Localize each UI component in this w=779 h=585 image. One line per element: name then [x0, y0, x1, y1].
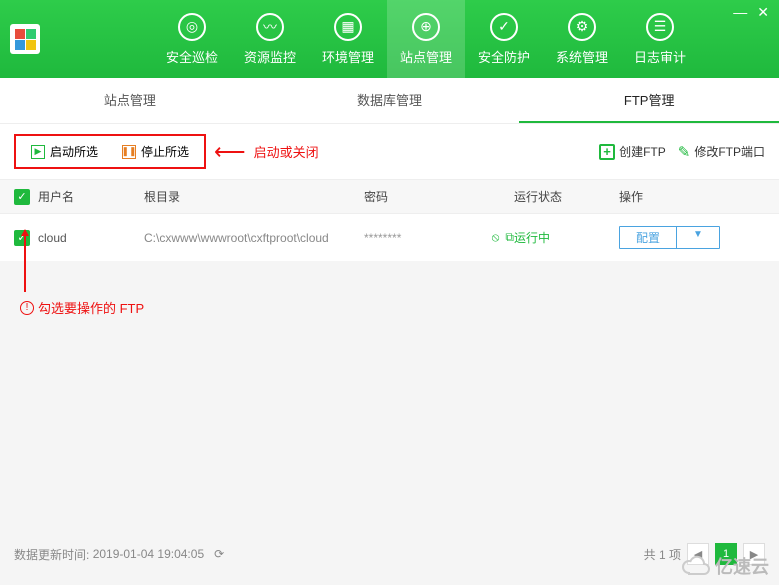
- minimize-button[interactable]: —: [733, 4, 747, 21]
- nav-label: 安全防护: [478, 47, 530, 66]
- nav-label: 日志审计: [634, 47, 686, 66]
- table-row: ✓ cloud C:\cxwww\wwwroot\cxftproot\cloud…: [0, 214, 779, 261]
- nav-log-audit[interactable]: ☰ 日志审计: [621, 0, 699, 78]
- cell-status: 运行中: [514, 229, 619, 246]
- nav-resource-monitor[interactable]: 〰 资源监控: [231, 0, 309, 78]
- server-icon: ▦: [334, 13, 362, 41]
- table-header: ✓ 用户名 根目录 密码 运行状态 操作: [0, 179, 779, 214]
- annotation-check-hint: ! 勾选要操作的 FTP: [20, 298, 144, 317]
- annotation-box: ▶ 启动所选 ❚❚ 停止所选: [14, 134, 206, 169]
- tab-ftp[interactable]: FTP管理: [519, 78, 779, 123]
- toggle-visibility-icon[interactable]: ⦸: [492, 230, 500, 245]
- toolbar-right: + 创建FTP ✎ 修改FTP端口: [599, 143, 765, 161]
- toolbar: ▶ 启动所选 ❚❚ 停止所选 ⟵ 启动或关闭 + 创建FTP ✎ 修改FTP端口: [0, 124, 779, 179]
- stop-selected-button[interactable]: ❚❚ 停止所选: [113, 139, 198, 164]
- nav-security-inspect[interactable]: ◎ 安全巡检: [153, 0, 231, 78]
- col-status: 运行状态: [514, 188, 619, 205]
- cell-password: ******** ⦸ ⧉: [364, 230, 514, 245]
- tab-site[interactable]: 站点管理: [0, 78, 260, 123]
- brand-text: [55, 19, 145, 59]
- main-nav: ◎ 安全巡检 〰 资源监控 ▦ 环境管理 ⊕ 站点管理 ✓ 安全防护 ⚙ 系统管…: [153, 0, 699, 78]
- sub-tabs: 站点管理 数据库管理 FTP管理: [0, 78, 779, 124]
- col-root: 根目录: [144, 188, 364, 205]
- close-button[interactable]: ✕: [757, 4, 769, 21]
- log-icon: ☰: [646, 13, 674, 41]
- nav-env-manage[interactable]: ▦ 环境管理: [309, 0, 387, 78]
- button-label: 修改FTP端口: [694, 143, 765, 160]
- nav-system-manage[interactable]: ⚙ 系统管理: [543, 0, 621, 78]
- plus-icon: +: [599, 144, 615, 160]
- title-bar: — ✕ ◎ 安全巡检 〰 资源监控 ▦ 环境管理 ⊕ 站点管理 ✓ 安全防护 ⚙…: [0, 0, 779, 78]
- cloud-icon: [681, 555, 711, 577]
- copy-icon[interactable]: ⧉: [505, 230, 514, 245]
- chart-icon: 〰: [256, 13, 284, 41]
- ftp-table: ✓ 用户名 根目录 密码 运行状态 操作 ✓ cloud C:\cxwww\ww…: [0, 179, 779, 261]
- shield-icon: ✓: [490, 13, 518, 41]
- nav-label: 安全巡检: [166, 47, 218, 66]
- globe-icon: ⊕: [412, 13, 440, 41]
- gear-icon: ⚙: [568, 13, 596, 41]
- app-logo: [10, 24, 40, 54]
- update-label: 数据更新时间:: [14, 546, 89, 563]
- info-icon: !: [20, 301, 34, 315]
- edit-icon: ✎: [678, 143, 691, 161]
- watermark: 亿速云: [681, 553, 769, 579]
- annotation-arrow-line: [24, 230, 26, 292]
- nav-label: 站点管理: [400, 47, 452, 66]
- total-count: 共 1 项: [644, 546, 681, 563]
- tab-database[interactable]: 数据库管理: [260, 78, 520, 123]
- window-controls: — ✕: [733, 4, 769, 21]
- nav-label: 环境管理: [322, 47, 374, 66]
- nav-site-manage[interactable]: ⊕ 站点管理: [387, 0, 465, 78]
- nav-label: 资源监控: [244, 47, 296, 66]
- update-time: 2019-01-04 19:04:05: [93, 547, 204, 561]
- annotation-text: 勾选要操作的 FTP: [38, 298, 144, 317]
- button-label: 配置: [620, 227, 676, 248]
- password-mask: ********: [364, 231, 401, 245]
- pause-icon: ❚❚: [122, 145, 136, 159]
- nav-label: 系统管理: [556, 47, 608, 66]
- nav-security-protect[interactable]: ✓ 安全防护: [465, 0, 543, 78]
- cell-user: cloud: [38, 231, 67, 245]
- status-bar: 数据更新时间: 2019-01-04 19:04:05 ⟳ 共 1 项 ◀ 1 …: [0, 543, 779, 565]
- annotation-text: 启动或关闭: [254, 142, 319, 161]
- chevron-down-icon[interactable]: ▼: [676, 227, 719, 248]
- cell-rootdir: C:\cxwww\wwwroot\cxftproot\cloud: [144, 231, 364, 245]
- button-label: 启动所选: [50, 143, 98, 160]
- target-icon: ◎: [178, 13, 206, 41]
- col-ops: 操作: [619, 188, 765, 205]
- select-all-checkbox[interactable]: ✓: [14, 189, 30, 205]
- create-ftp-button[interactable]: + 创建FTP: [599, 143, 666, 161]
- modify-port-button[interactable]: ✎ 修改FTP端口: [678, 143, 765, 161]
- refresh-button[interactable]: ⟳: [210, 545, 228, 563]
- col-user: 用户名: [38, 188, 74, 205]
- button-label: 创建FTP: [619, 143, 666, 160]
- col-password: 密码: [364, 188, 514, 205]
- config-button[interactable]: 配置 ▼: [619, 226, 720, 249]
- start-selected-button[interactable]: ▶ 启动所选: [22, 139, 107, 164]
- play-icon: ▶: [31, 145, 45, 159]
- watermark-text: 亿速云: [715, 553, 769, 579]
- button-label: 停止所选: [141, 143, 189, 160]
- annotation-arrow-icon: ⟵: [214, 139, 246, 165]
